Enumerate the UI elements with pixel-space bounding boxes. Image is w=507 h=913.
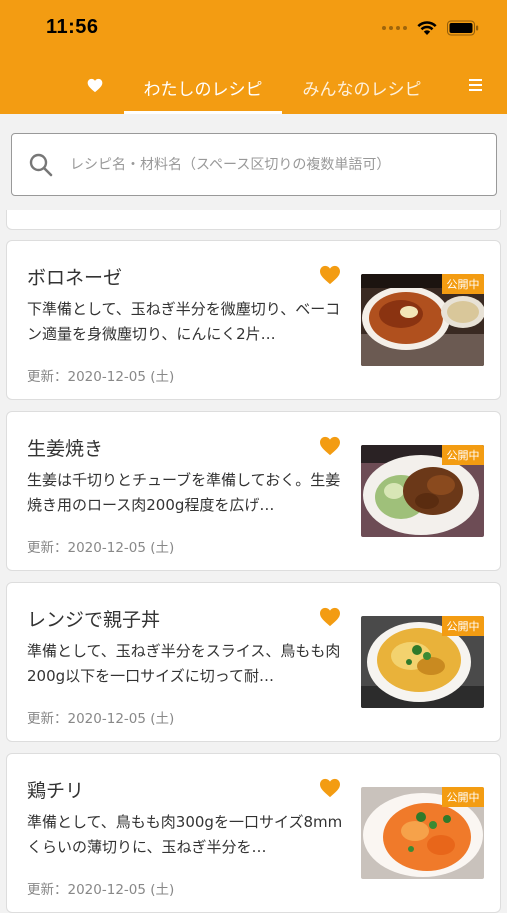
active-tab-indicator bbox=[124, 111, 282, 114]
heart-icon bbox=[87, 78, 103, 92]
favorite-heart-icon[interactable] bbox=[319, 265, 341, 285]
recipe-card[interactable]: レンジで親子丼 準備として、玉ねぎ半分をスライス、鳥もも肉200g以下を一口サイ… bbox=[6, 582, 501, 742]
recipe-description: 下準備として、玉ねぎ半分を微塵切り、ベーコン適量を身微塵切り、にんにく2片… bbox=[27, 300, 341, 343]
favorite-heart-icon[interactable] bbox=[319, 436, 341, 456]
tab-everyone-recipes[interactable]: みんなのレシピ bbox=[290, 60, 434, 114]
search-icon bbox=[29, 153, 53, 177]
recipe-updated-date: 更新：2020-12-05 (土) bbox=[27, 711, 175, 727]
app-header: 11:56 わたしのレシピ みんなのレシピ bbox=[0, 0, 507, 114]
recipe-thumbnail: 公開中 bbox=[361, 274, 484, 366]
recipe-thumbnail: 公開中 bbox=[361, 445, 484, 537]
recipe-title: 生姜焼き bbox=[27, 438, 104, 460]
recipe-card[interactable]: 生姜焼き 生姜は千切りとチューブを準備しておく。生姜焼き用のロース肉200g程度… bbox=[6, 411, 501, 571]
wifi-icon bbox=[417, 21, 437, 35]
recipe-title: ボロネーゼ bbox=[27, 267, 123, 289]
previous-card-edge bbox=[6, 210, 501, 230]
signal-icon bbox=[382, 18, 407, 38]
recipe-thumbnail: 公開中 bbox=[361, 616, 484, 708]
recipe-thumbnail: 公開中 bbox=[361, 787, 484, 879]
status-icons bbox=[382, 18, 479, 38]
recipe-description: 準備として、玉ねぎ半分をスライス、鳥もも肉200g以下を一口サイズに切って耐… bbox=[27, 642, 341, 685]
tab-my-recipes[interactable]: わたしのレシピ bbox=[124, 60, 282, 114]
menu-icon bbox=[469, 79, 482, 81]
recipe-updated-date: 更新：2020-12-05 (土) bbox=[27, 369, 175, 385]
public-badge: 公開中 bbox=[442, 445, 484, 465]
favorite-heart-icon[interactable] bbox=[319, 607, 341, 627]
public-badge: 公開中 bbox=[442, 274, 484, 294]
tab-favorites[interactable] bbox=[80, 70, 110, 100]
status-time: 11:56 bbox=[46, 16, 99, 38]
tab-everyone-recipes-label: みんなのレシピ bbox=[302, 79, 422, 100]
favorite-heart-icon[interactable] bbox=[319, 778, 341, 798]
recipe-title: レンジで親子丼 bbox=[27, 609, 161, 631]
recipe-description: 準備として、鳥もも肉300gを一口サイズ8mmくらいの薄切りに、玉ねぎ半分を… bbox=[27, 813, 343, 856]
public-badge: 公開中 bbox=[442, 787, 484, 807]
recipe-updated-date: 更新：2020-12-05 (土) bbox=[27, 882, 175, 898]
public-badge: 公開中 bbox=[442, 616, 484, 636]
search-box bbox=[11, 133, 497, 196]
tab-my-recipes-label: わたしのレシピ bbox=[143, 79, 263, 100]
recipe-updated-date: 更新：2020-12-05 (土) bbox=[27, 540, 175, 556]
recipe-description: 生姜は千切りとチューブを準備しておく。生姜焼き用のロース肉200g程度を広げ… bbox=[27, 471, 341, 514]
menu-button[interactable] bbox=[465, 74, 487, 96]
recipe-card[interactable]: ボロネーゼ 下準備として、玉ねぎ半分を微塵切り、ベーコン適量を身微塵切り、にんに… bbox=[6, 240, 501, 400]
battery-icon bbox=[447, 20, 479, 36]
search-input[interactable] bbox=[70, 134, 490, 195]
recipe-title: 鶏チリ bbox=[27, 780, 85, 802]
tab-bar: わたしのレシピ みんなのレシピ bbox=[0, 60, 507, 114]
recipe-card[interactable]: 鶏チリ 準備として、鳥もも肉300gを一口サイズ8mmくらいの薄切りに、玉ねぎ半… bbox=[6, 753, 501, 913]
